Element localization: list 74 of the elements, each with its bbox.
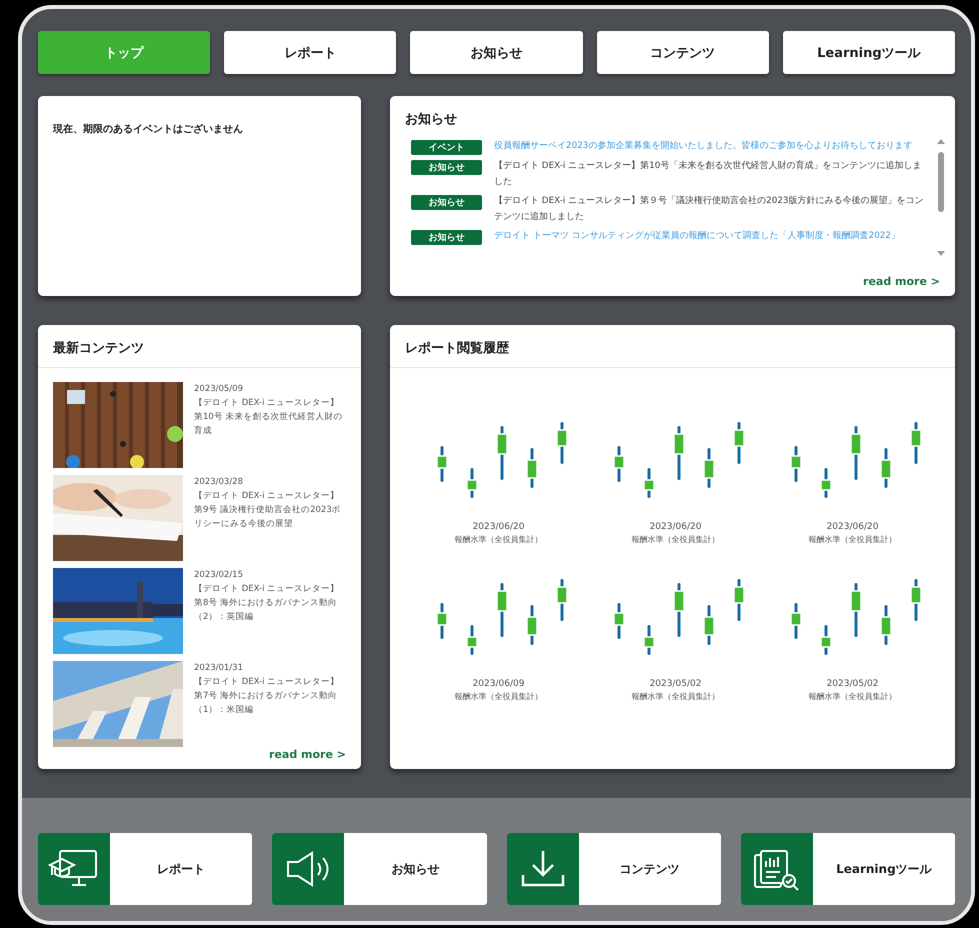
content-date: 2023/03/28 — [194, 476, 244, 489]
shortcut-button[interactable]: お知らせ — [272, 833, 486, 905]
nav-tab[interactable]: お知らせ — [410, 31, 583, 74]
shortcut-button[interactable]: Learningツール — [740, 833, 955, 905]
shortcut-button[interactable]: コンテンツ — [506, 833, 721, 905]
report-date: 2023/06/09 — [472, 679, 524, 689]
report-date: 2023/06/20 — [650, 522, 702, 532]
candle — [642, 468, 654, 498]
content-date: 2023/01/31 — [194, 662, 244, 675]
candle — [526, 605, 538, 645]
candle — [672, 583, 684, 637]
candle — [496, 583, 508, 637]
candle — [880, 448, 892, 488]
content-date: 2023/02/15 — [194, 569, 244, 582]
notice-text: 【デロイト DEX-i ニュースレター】第９号「議決権行使助言会社の2023版方針にみる今後の展望」をコンテンツに追加しました — [494, 194, 925, 224]
candle — [672, 426, 684, 480]
nav-tab[interactable]: Learningツール — [782, 31, 955, 74]
report-caption: 報酬水準（全役員集計） — [454, 534, 542, 545]
card-title: レポート閲覧履歴 — [390, 325, 955, 368]
candle — [850, 426, 862, 480]
report-caption: 報酬水準（全役員集計） — [632, 691, 720, 702]
category-tag: イベント — [411, 140, 482, 155]
candle — [496, 426, 508, 480]
candle — [820, 625, 832, 655]
notice-text: 【デロイト DEX-i ニュースレター】第10号「未来を創る次世代経営人財の育成」をコンテンツに追加しました — [494, 159, 922, 189]
category-tag: お知らせ — [411, 230, 482, 245]
content-title[interactable]: 第7号 海外におけるガバナンス動向（1）：米国編 — [194, 689, 346, 717]
content-title[interactable]: 第9号 議決権行使助言会社の2023ポリシーにみる今後の展望 — [194, 503, 346, 531]
report-date: 2023/05/02 — [650, 679, 702, 689]
report-date: 2023/06/20 — [472, 522, 524, 532]
nav-tab[interactable]: コンテンツ — [596, 31, 769, 74]
report-caption: 報酬水準（全役員集計） — [808, 691, 896, 702]
candle — [556, 579, 568, 621]
candle — [612, 603, 624, 639]
candle — [436, 603, 448, 639]
candle — [850, 583, 862, 637]
content-series: 【デロイト DEX-i ニュースレター】 — [194, 490, 340, 503]
content-series: 【デロイト DEX-i ニュースレター】 — [194, 583, 340, 596]
candle — [790, 446, 802, 482]
candle — [466, 625, 478, 655]
candle — [612, 446, 624, 482]
card-title: 最新コンテンツ — [38, 325, 361, 368]
read-more-link[interactable]: read more > — [269, 748, 346, 761]
report-caption: 報酬水準（全役員集計） — [808, 534, 896, 545]
candle — [466, 468, 478, 498]
read-more-link[interactable]: read more > — [863, 275, 940, 288]
report-date: 2023/06/20 — [826, 522, 878, 532]
content-title[interactable]: 第8号 海外におけるガバナンス動向（2）：英国編 — [194, 596, 346, 624]
candle — [790, 603, 802, 639]
content-date: 2023/05/09 — [194, 383, 244, 396]
candle — [880, 605, 892, 645]
candle — [526, 448, 538, 488]
nav-tab[interactable]: レポート — [224, 31, 396, 74]
no-events-message: 現在、期限のあるイベントはございません — [52, 122, 244, 137]
report-date: 2023/05/02 — [826, 679, 878, 689]
candle — [436, 446, 448, 482]
card-title: お知らせ — [404, 111, 458, 129]
category-tag: お知らせ — [411, 195, 482, 210]
candle — [642, 625, 654, 655]
candle — [910, 422, 922, 464]
content-series: 【デロイト DEX-i ニュースレター】 — [194, 676, 340, 689]
content-series: 【デロイト DEX-i ニュースレター】 — [194, 397, 340, 410]
category-tag: お知らせ — [411, 160, 482, 175]
report-caption: 報酬水準（全役員集計） — [454, 691, 542, 702]
candle — [732, 422, 744, 464]
report-caption: 報酬水準（全役員集計） — [632, 534, 720, 545]
candle — [820, 468, 832, 498]
content-title[interactable]: 第10号 未来を創る次世代経営人財の育成 — [194, 410, 346, 438]
candle — [702, 448, 714, 488]
shortcut-button[interactable]: レポート — [38, 833, 252, 905]
candle — [702, 605, 714, 645]
candle — [556, 422, 568, 464]
candle — [732, 579, 744, 621]
candle — [910, 579, 922, 621]
